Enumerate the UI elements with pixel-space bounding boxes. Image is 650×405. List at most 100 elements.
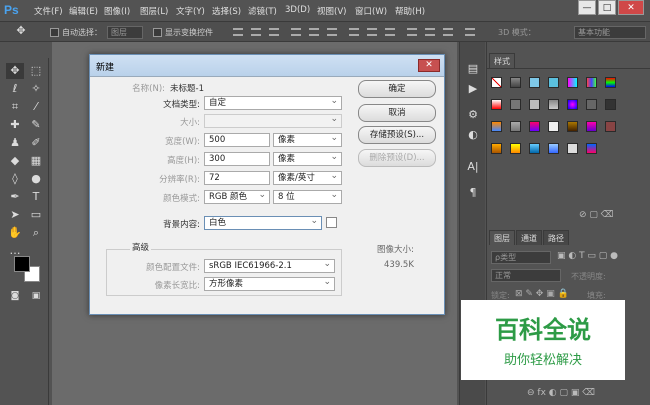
style-swatch[interactable] [548,121,559,132]
style-swatch[interactable] [586,143,597,154]
auto-select-checkbox[interactable] [50,28,59,37]
resolution-unit-dropdown[interactable]: 像素/英寸 [273,171,342,185]
layer-filter-icons[interactable]: ▣ ◐ T ▭ ▢ ● [557,251,618,261]
height-unit-dropdown[interactable]: 像素 [273,152,342,166]
tab-channels[interactable]: 通道 [516,230,542,245]
color-profile-dropdown[interactable]: sRGB IEC61966-2.1 [204,259,335,273]
history-brush-tool-icon[interactable]: ✐ [27,135,45,151]
style-swatch[interactable] [510,77,521,88]
distribute-bottom-icon[interactable] [385,28,395,36]
blend-mode-dropdown[interactable]: 正常 [491,269,561,282]
layer-kind-filter[interactable]: ρ类型 [491,251,551,264]
style-swatch[interactable] [586,99,597,110]
auto-select-dropdown[interactable]: 图层 [107,26,143,39]
style-swatch[interactable] [529,143,540,154]
pixel-aspect-dropdown[interactable]: 方形像素 [204,277,335,291]
style-swatch[interactable] [491,99,502,110]
styles-panel-footer-icons[interactable]: ⊘ ▢ ⌫ [579,210,614,220]
save-preset-button[interactable]: 存储预设(S)... [358,126,436,144]
style-swatch[interactable] [605,99,616,110]
distribute-hcenter-icon[interactable] [425,28,435,36]
lock-icons[interactable]: ⊠ ✎ ✥ ▣ 🔒 [515,289,569,299]
colormode-bits-dropdown[interactable]: 8 位 [273,190,342,204]
tab-layers[interactable]: 图层 [489,230,515,245]
style-swatch[interactable] [510,99,521,110]
quick-mask-icon[interactable]: ◙ [6,288,24,304]
menu-view[interactable]: 视图(V) [317,5,346,17]
style-swatch[interactable] [548,143,559,154]
cancel-button[interactable]: 取消 [358,104,436,122]
menu-select[interactable]: 选择(S) [212,5,241,17]
close-window-button[interactable]: ✕ [618,0,644,15]
zoom-tool-icon[interactable]: ⌕ [27,225,45,241]
background-color-swatch[interactable] [326,217,337,228]
style-swatch[interactable] [529,77,540,88]
eyedropper-tool-icon[interactable]: ⁄ [27,99,45,115]
properties-panel-icon[interactable]: ⚙ [464,106,482,124]
menu-layer[interactable]: 图层(L) [140,5,168,17]
distribute-left-icon[interactable] [407,28,417,36]
width-unit-dropdown[interactable]: 像素 [273,133,342,147]
shape-tool-icon[interactable]: ▭ [27,207,45,223]
menu-edit[interactable]: 编辑(E) [69,5,98,17]
layers-footer-icons[interactable]: ⊖ fx ◐ ▢ ▣ ⌫ [527,388,595,398]
actions-panel-icon[interactable]: ▶ [464,80,482,98]
align-top-icon[interactable] [233,28,243,36]
type-tool-icon[interactable]: T [27,189,45,205]
stamp-tool-icon[interactable]: ♟ [6,135,24,151]
healing-tool-icon[interactable]: ✚ [6,117,24,133]
style-swatch[interactable] [567,99,578,110]
restore-button[interactable]: □ [598,0,616,15]
brush-tool-icon[interactable]: ✎ [27,117,45,133]
adjustments-panel-icon[interactable]: ◐ [464,126,482,144]
distribute-top-icon[interactable] [349,28,359,36]
style-swatch[interactable] [529,99,540,110]
dialog-close-button[interactable]: ✕ [418,59,440,72]
minimize-button[interactable]: — [578,0,596,15]
style-swatch[interactable] [605,121,616,132]
lasso-tool-icon[interactable]: ℓ [6,81,24,97]
move-tool-icon[interactable]: ✥ [6,63,24,79]
menu-window[interactable]: 窗口(W) [355,5,387,17]
style-swatch[interactable] [567,121,578,132]
style-swatch[interactable] [586,121,597,132]
crop-tool-icon[interactable]: ⌗ [6,99,24,115]
menu-filter[interactable]: 滤镜(T) [248,5,277,17]
move-tool-icon[interactable]: ✥ [12,23,30,39]
resolution-input[interactable]: 72 [204,171,270,185]
tab-paths[interactable]: 路径 [543,230,569,245]
distribute-vcenter-icon[interactable] [367,28,377,36]
align-right-icon[interactable] [327,28,337,36]
eraser-tool-icon[interactable]: ◆ [6,153,24,169]
path-select-tool-icon[interactable]: ➤ [6,207,24,223]
name-value[interactable]: 未标题-1 [170,82,204,94]
align-hcenter-icon[interactable] [309,28,319,36]
gradient-tool-icon[interactable]: ▦ [27,153,45,169]
style-swatch[interactable] [567,143,578,154]
show-transform-checkbox[interactable] [153,28,162,37]
paragraph-panel-icon[interactable]: ¶ [464,184,482,202]
menu-3d[interactable]: 3D(D) [285,5,310,15]
history-panel-icon[interactable]: ▤ [464,60,482,78]
menu-type[interactable]: 文字(Y) [176,5,205,17]
workspace-dropdown[interactable]: 基本功能 [574,26,646,39]
hand-tool-icon[interactable]: ✋ [6,225,24,241]
align-bottom-icon[interactable] [269,28,279,36]
style-swatch[interactable] [548,99,559,110]
doctype-dropdown[interactable]: 自定 [204,96,342,110]
menu-file[interactable]: 文件(F) [34,5,63,17]
align-left-icon[interactable] [291,28,301,36]
magic-wand-tool-icon[interactable]: ✧ [27,81,45,97]
width-input[interactable]: 500 [204,133,270,147]
colormode-dropdown[interactable]: RGB 颜色 [204,190,270,204]
align-vcenter-icon[interactable] [251,28,261,36]
auto-align-icon[interactable] [465,28,475,36]
style-swatch[interactable] [586,77,597,88]
style-swatch[interactable] [491,77,502,88]
style-swatch[interactable] [510,121,521,132]
height-input[interactable]: 300 [204,152,270,166]
screen-mode-icon[interactable]: ▣ [27,288,45,304]
menu-image[interactable]: 图像(I) [104,5,130,17]
marquee-tool-icon[interactable]: ⬚ [27,63,45,79]
background-dropdown[interactable]: 白色 [204,216,322,230]
